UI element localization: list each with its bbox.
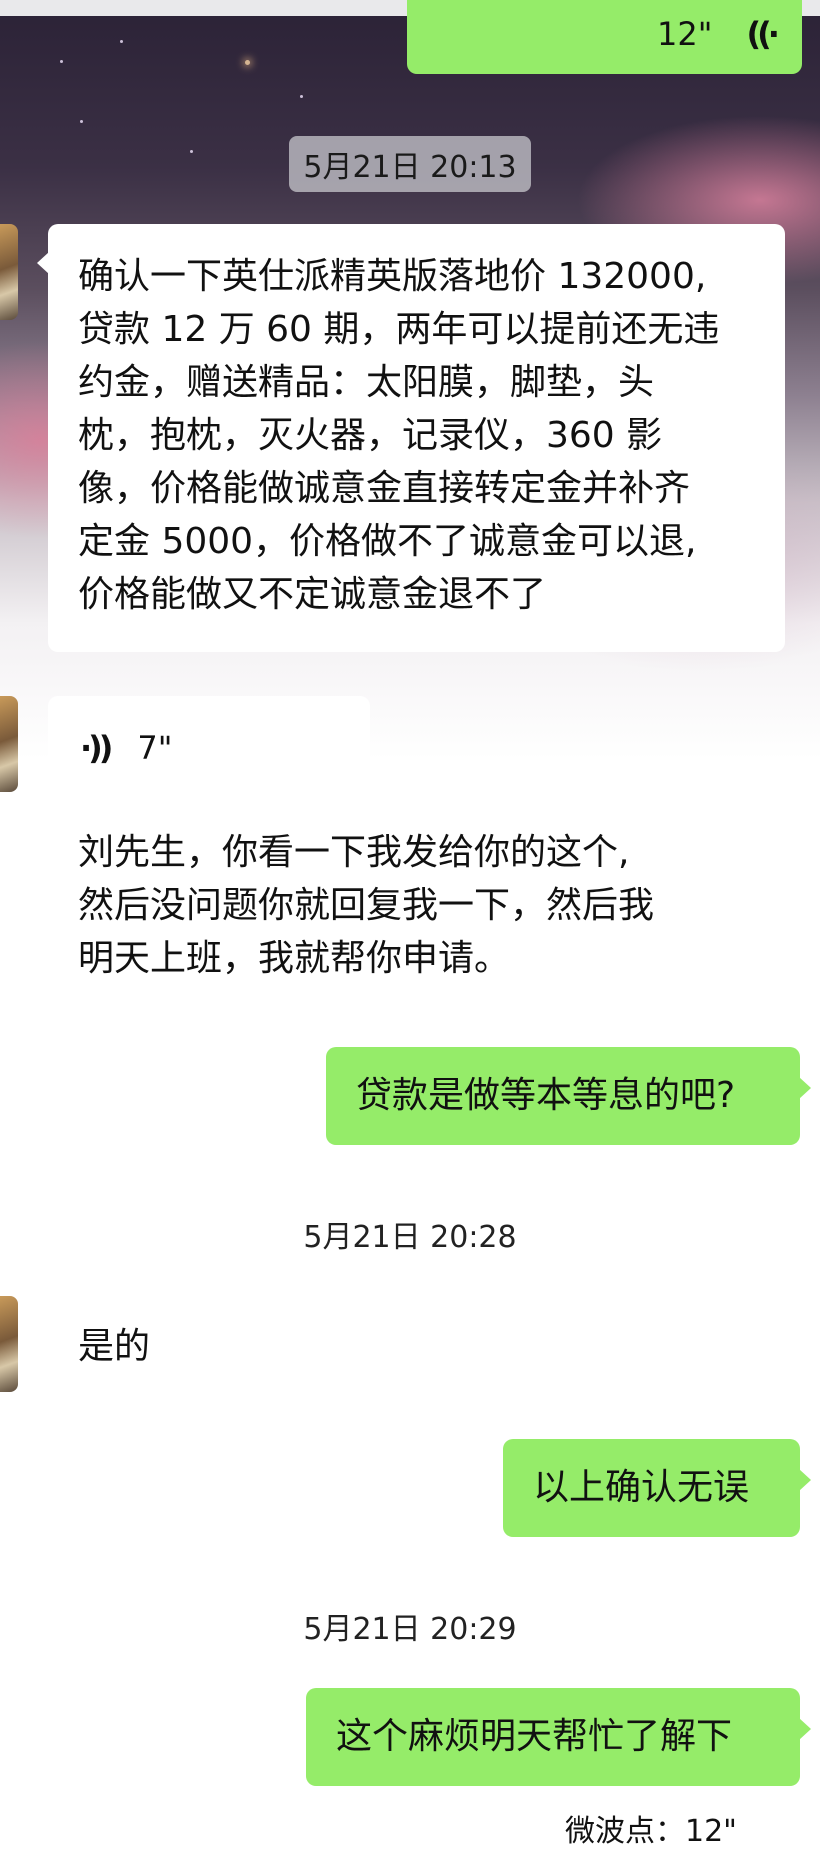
voice-duration: 7" [137, 729, 173, 767]
message-line: 贷款 12 万 60 期，两年可以提前还无违 [78, 309, 720, 350]
star-decoration [120, 40, 123, 43]
star-decoration [80, 120, 83, 123]
star-decoration [245, 60, 250, 65]
avatar[interactable] [0, 696, 18, 792]
message-line: 确认一下英仕派精英版落地价 132000, [78, 256, 707, 297]
message-line: 定金 5000，价格做不了诚意金可以退, [78, 521, 697, 562]
message-line: 价格能做又不定诚意金退不了 [78, 574, 547, 615]
partial-message-text: 微波点：12" [565, 1814, 737, 1849]
avatar[interactable] [0, 1296, 18, 1392]
voice-duration: 12" [657, 15, 713, 53]
voice-transcript: 刘先生，你看一下我发给你的这个, 然后没问题你就回复我一下，然后我 明天上班，我… [78, 832, 655, 979]
message-line: 约金，赠送精品：太阳膜，脚垫，头 [78, 362, 655, 403]
star-decoration [60, 60, 63, 63]
message-line: 枕，抱枕，灭火器，记录仪，360 影 [78, 415, 663, 456]
sent-message-bubble[interactable]: 贷款是做等本等息的吧? [326, 1047, 811, 1145]
sent-message-bubble[interactable]: 以上确认无误 [503, 1439, 811, 1537]
received-voice-bubble[interactable]: ·)) 7" [48, 696, 370, 794]
timestamp: 5月21日 20:28 [303, 1220, 517, 1255]
sent-message-bubble[interactable]: 这个麻烦明天帮忙了解下 [306, 1688, 811, 1786]
message-line: 像，价格能做诚意金直接转定金并补齐 [78, 468, 691, 509]
voice-wave-icon: ·)) [80, 729, 113, 767]
timestamp: 5月21日 20:13 [0, 136, 820, 192]
sent-voice-bubble[interactable]: 12" ((· [407, 0, 802, 74]
avatar[interactable] [0, 224, 18, 320]
voice-wave-icon: ((· [746, 15, 779, 53]
star-decoration [300, 95, 303, 98]
received-message-bubble[interactable]: 确认一下英仕派精英版落地价 132000, 贷款 12 万 60 期，两年可以提… [37, 224, 785, 652]
timestamp: 5月21日 20:29 [303, 1612, 517, 1647]
received-message-text[interactable]: 是的 [78, 1320, 150, 1373]
